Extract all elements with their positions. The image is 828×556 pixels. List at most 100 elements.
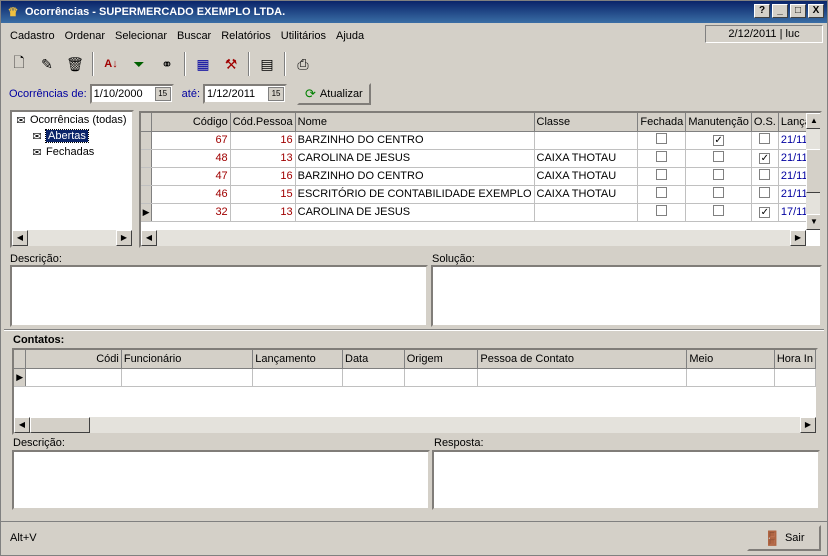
- closed-checkbox[interactable]: [656, 205, 668, 216]
- menu-ajuda[interactable]: Ajuda: [331, 30, 369, 42]
- scroll-right-icon[interactable]: ▶: [116, 230, 132, 246]
- solution-textarea[interactable]: [431, 265, 822, 327]
- scroll-right-icon[interactable]: ▶: [800, 417, 816, 433]
- column-header[interactable]: O.S.: [751, 113, 779, 132]
- scroll-up-icon[interactable]: ▲: [806, 113, 820, 129]
- scroll-thumb[interactable]: [806, 149, 820, 193]
- closed-checkbox[interactable]: [656, 151, 668, 162]
- name-cell[interactable]: BARZINHO DO CENTRO: [295, 167, 535, 186]
- tools-icon[interactable]: ⚒: [217, 51, 245, 77]
- menu-cadastro[interactable]: Cadastro: [5, 30, 60, 42]
- person-code-cell[interactable]: 15: [230, 185, 296, 204]
- scroll-thumb[interactable]: [30, 417, 90, 433]
- table-cell[interactable]: [121, 368, 254, 387]
- column-header[interactable]: Hora In: [774, 350, 816, 369]
- maintenance-cell[interactable]: [685, 167, 752, 186]
- maintenance-checkbox[interactable]: [713, 151, 725, 162]
- os-cell[interactable]: [751, 185, 779, 204]
- close-button[interactable]: X: [808, 4, 824, 18]
- column-header[interactable]: Funcionário: [121, 350, 254, 369]
- menu-selecionar[interactable]: Selecionar: [110, 30, 172, 42]
- closed-cell[interactable]: [637, 167, 687, 186]
- column-header[interactable]: Cód.Pessoa: [230, 113, 296, 132]
- class-cell[interactable]: CAIXA THOTAU: [534, 167, 639, 186]
- closed-cell[interactable]: [637, 149, 687, 168]
- table-cell[interactable]: [686, 368, 775, 387]
- column-header[interactable]: Códi: [25, 350, 122, 369]
- date-to-field[interactable]: 1/12/2011 15: [203, 84, 288, 104]
- os-checkbox[interactable]: [759, 169, 771, 180]
- maintenance-cell[interactable]: ✓: [685, 131, 752, 150]
- table-cell[interactable]: [404, 368, 479, 387]
- print-icon[interactable]: ⎙: [289, 51, 317, 77]
- closed-checkbox[interactable]: [656, 187, 668, 198]
- name-cell[interactable]: BARZINHO DO CENTRO: [295, 131, 535, 150]
- name-cell[interactable]: CAROLINA DE JESUS: [295, 203, 535, 222]
- closed-cell[interactable]: [637, 131, 687, 150]
- os-cell[interactable]: [751, 167, 779, 186]
- closed-cell[interactable]: [637, 203, 687, 222]
- column-header[interactable]: Data: [342, 350, 405, 369]
- response-textarea[interactable]: [432, 450, 820, 510]
- maximize-button[interactable]: □: [790, 4, 806, 18]
- maintenance-checkbox[interactable]: [713, 187, 725, 198]
- class-cell[interactable]: [534, 203, 639, 222]
- filter-icon[interactable]: ⏷: [125, 51, 153, 77]
- tree-item-abertas[interactable]: ✉ Abertas: [12, 128, 132, 144]
- menu-utilitarios[interactable]: Utilitários: [276, 30, 331, 42]
- person-code-cell[interactable]: 16: [230, 167, 296, 186]
- refresh-button[interactable]: ⟳ Atualizar: [297, 83, 371, 105]
- class-cell[interactable]: [534, 131, 639, 150]
- os-cell[interactable]: [751, 131, 779, 150]
- os-cell[interactable]: ✓: [751, 149, 779, 168]
- tree-scrollbar[interactable]: ◀ ▶: [12, 230, 132, 246]
- maintenance-cell[interactable]: [685, 203, 752, 222]
- scroll-left-icon[interactable]: ◀: [14, 417, 30, 433]
- table-row[interactable]: 48 13 CAROLINA DE JESUS CAIXA THOTAU ✓ 2…: [141, 149, 820, 168]
- column-header[interactable]: Lançamento: [252, 350, 343, 369]
- calendar-picker-icon[interactable]: 15: [268, 87, 285, 101]
- new-icon[interactable]: 🗋: [5, 51, 33, 77]
- date-from-field[interactable]: 1/10/2000 15: [89, 84, 174, 104]
- code-cell[interactable]: 46: [151, 185, 231, 204]
- minimize-button[interactable]: _: [772, 4, 788, 18]
- column-header[interactable]: Nome: [295, 113, 535, 132]
- code-cell[interactable]: 32: [151, 203, 231, 222]
- grid-horizontal-scrollbar[interactable]: ◀ ▶: [141, 230, 806, 246]
- description-textarea[interactable]: [10, 265, 428, 327]
- maintenance-checkbox[interactable]: ✓: [713, 135, 725, 146]
- table-cell[interactable]: [25, 368, 122, 387]
- scroll-left-icon[interactable]: ◀: [12, 230, 28, 246]
- scroll-down-icon[interactable]: ▼: [806, 214, 820, 230]
- scroll-left-icon[interactable]: ◀: [141, 230, 157, 246]
- closed-cell[interactable]: [637, 185, 687, 204]
- title-bar[interactable]: ♛ Ocorrências - SUPERMERCADO EXEMPLO LTD…: [1, 1, 827, 23]
- column-header[interactable]: Meio: [686, 350, 775, 369]
- closed-checkbox[interactable]: [656, 133, 668, 144]
- os-checkbox[interactable]: ✓: [759, 153, 771, 164]
- column-header[interactable]: Origem: [404, 350, 479, 369]
- table-cell[interactable]: [342, 368, 405, 387]
- calendar-picker-icon[interactable]: 15: [154, 87, 171, 101]
- exit-button[interactable]: 🚪 Sair: [747, 525, 821, 551]
- sort-az-icon[interactable]: A↓: [97, 51, 125, 77]
- os-checkbox[interactable]: [759, 133, 771, 144]
- name-cell[interactable]: ESCRITÓRIO DE CONTABILIDADE EXEMPLO: [295, 185, 535, 204]
- closed-checkbox[interactable]: [656, 169, 668, 180]
- name-cell[interactable]: CAROLINA DE JESUS: [295, 149, 535, 168]
- table-cell[interactable]: [252, 368, 343, 387]
- class-cell[interactable]: CAIXA THOTAU: [534, 149, 639, 168]
- column-header[interactable]: Pessoa de Contato: [477, 350, 688, 369]
- maintenance-cell[interactable]: [685, 185, 752, 204]
- menu-ordenar[interactable]: Ordenar: [60, 30, 110, 42]
- form-icon[interactable]: ▤: [253, 51, 281, 77]
- column-header[interactable]: Classe: [534, 113, 639, 132]
- calendar-icon[interactable]: ▦: [189, 51, 217, 77]
- grid-vertical-scrollbar[interactable]: ▲ ▼: [806, 113, 820, 230]
- person-code-cell[interactable]: 13: [230, 149, 296, 168]
- occurrences-grid[interactable]: Código Cód.Pessoa Nome Classe Fechada Ma…: [139, 111, 822, 248]
- scroll-right-icon[interactable]: ▶: [790, 230, 806, 246]
- maintenance-checkbox[interactable]: [713, 205, 725, 216]
- column-header[interactable]: Fechada: [637, 113, 687, 132]
- table-row[interactable]: 47 16 BARZINHO DO CENTRO CAIXA THOTAU 21…: [141, 167, 820, 186]
